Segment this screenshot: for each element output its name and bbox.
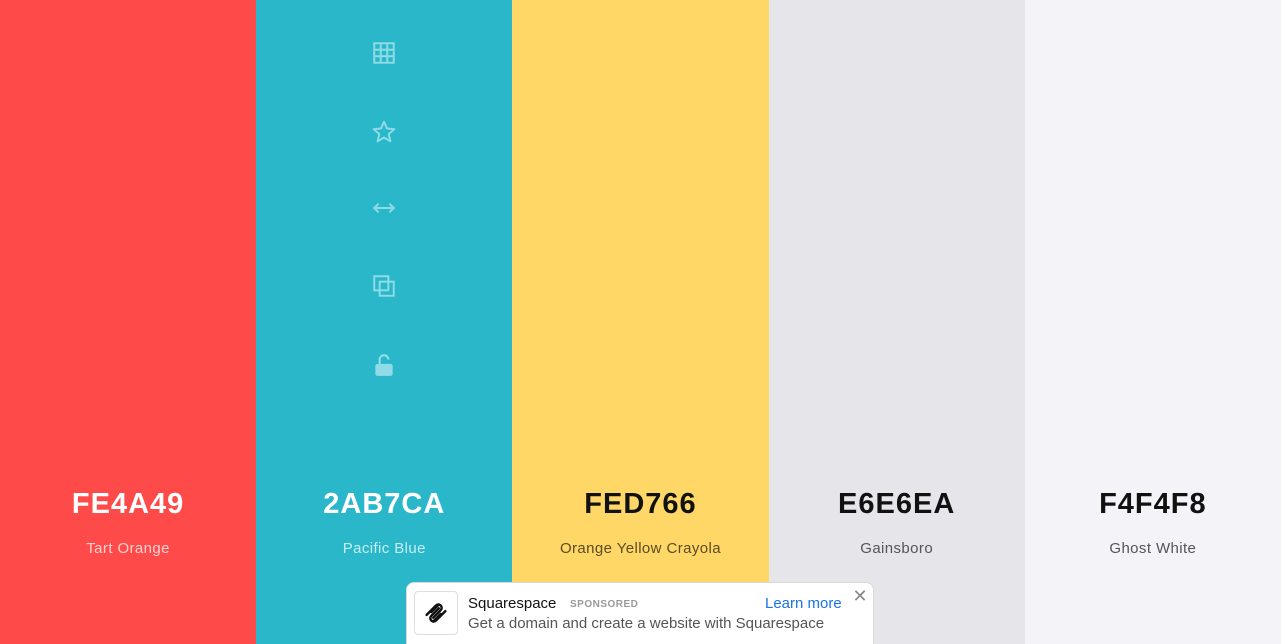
swatch-gainsboro[interactable]: E6E6EA Gainsboro bbox=[768, 0, 1025, 644]
drag-color-button[interactable] bbox=[369, 193, 399, 223]
ad-learn-more-link[interactable]: Learn more bbox=[765, 595, 842, 612]
swatch-hex[interactable]: FED766 bbox=[512, 488, 768, 521]
copy-icon bbox=[373, 275, 396, 297]
save-color-button[interactable] bbox=[369, 117, 399, 147]
swatch-color-name: Orange Yellow Crayola bbox=[559, 540, 721, 557]
swatch-color-name: Ghost White bbox=[1109, 540, 1197, 557]
color-palette: FE4A49 Tart Orange 2AB7CA Pacific Blue F… bbox=[0, 0, 1281, 644]
drag-horizontal-icon bbox=[373, 202, 396, 214]
sponsored-ad-banner[interactable]: Squarespace SPONSORED Learn more ✕ Get a… bbox=[406, 582, 874, 644]
swatch-hex[interactable]: E6E6EA bbox=[769, 488, 1025, 521]
swatch-color-name: Pacific Blue bbox=[342, 540, 426, 557]
ad-description: Get a domain and create a website with S… bbox=[468, 615, 825, 632]
swatch-hex[interactable]: F4F4F8 bbox=[1025, 488, 1281, 521]
squarespace-icon bbox=[425, 603, 447, 623]
swatch-orange-yellow-crayola[interactable]: FED766 Orange Yellow Crayola bbox=[512, 0, 769, 644]
lock-color-button[interactable] bbox=[369, 350, 399, 380]
swatch-tart-orange[interactable]: FE4A49 Tart Orange bbox=[0, 0, 257, 644]
swatch-hex[interactable]: 2AB7CA bbox=[256, 488, 512, 521]
close-icon[interactable]: ✕ bbox=[851, 587, 869, 605]
swatch-pacific-blue[interactable]: 2AB7CA Pacific Blue bbox=[256, 0, 513, 644]
unlock-icon bbox=[375, 354, 393, 376]
swatch-hex[interactable]: FE4A49 bbox=[0, 488, 256, 521]
swatch-color-name: Tart Orange bbox=[86, 540, 170, 557]
copy-hex-button[interactable] bbox=[369, 271, 399, 301]
ad-title[interactable]: Squarespace bbox=[468, 595, 556, 612]
star-icon bbox=[373, 120, 396, 143]
grid-icon bbox=[373, 42, 396, 64]
view-shades-button[interactable] bbox=[369, 38, 399, 68]
swatch-color-name: Gainsboro bbox=[860, 540, 934, 557]
squarespace-logo bbox=[414, 591, 458, 635]
swatch-ghost-white[interactable]: F4F4F8 Ghost White bbox=[1024, 0, 1281, 644]
ad-sponsored-label: SPONSORED bbox=[570, 599, 639, 610]
